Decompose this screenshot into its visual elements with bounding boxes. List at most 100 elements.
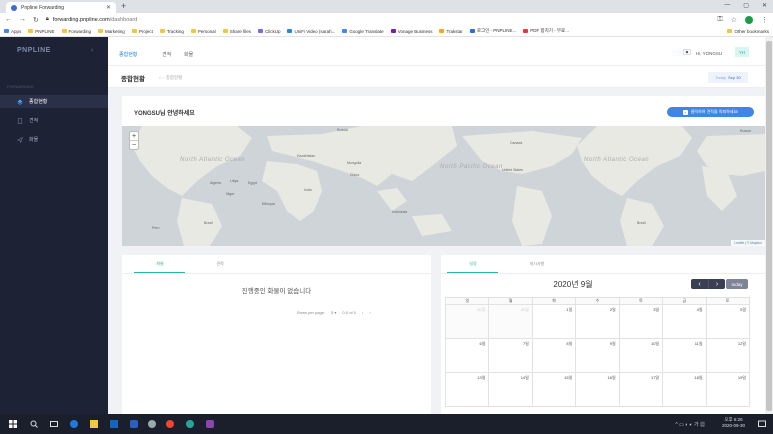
sidebar-item-quote[interactable]: 견적	[0, 114, 108, 127]
key-icon[interactable]: ⚿	[717, 16, 722, 24]
close-window-icon[interactable]: ✕	[762, 2, 767, 9]
taskbar-clock[interactable]: 오후 6:26 2020-09-30	[722, 417, 745, 429]
edge-icon[interactable]	[70, 420, 78, 428]
prev-page-icon[interactable]: ‹	[362, 310, 363, 315]
calendar-next-button[interactable]: ›	[708, 279, 725, 289]
calendar-day[interactable]: 11일	[662, 338, 707, 373]
breadcrumb-item[interactable]: 종합현황	[166, 75, 183, 80]
calendar-day[interactable]: 6일	[444, 338, 490, 373]
calendar-day[interactable]: 17일	[618, 372, 664, 407]
calendar-day[interactable]: 15일	[531, 372, 577, 407]
scrollbar-thumb[interactable]	[766, 41, 772, 411]
home-icon[interactable]: ⌂	[159, 75, 162, 80]
more-icon[interactable]: ⋮	[761, 16, 768, 24]
calendar-day[interactable]: 7일	[488, 338, 533, 373]
tab-schedule[interactable]: 일정	[443, 261, 503, 267]
star-icon[interactable]: ☆	[731, 16, 737, 24]
rows-per-page-select[interactable]: 5 ▾	[331, 310, 336, 315]
bookmark-item[interactable]: Google Translate	[342, 29, 384, 34]
user-greeting[interactable]: Hi, YONGSU	[696, 51, 722, 56]
world-map[interactable]: + − North Atlantic Ocean North Pacific O…	[122, 126, 765, 246]
folder-icon	[727, 29, 733, 33]
search-icon[interactable]	[30, 420, 38, 428]
bookmark-item[interactable]: Vonage Business	[390, 29, 432, 34]
calendar-day[interactable]: 4일	[662, 304, 707, 339]
avatar[interactable]: YH	[735, 47, 749, 57]
calendar-day[interactable]: 12일	[705, 338, 751, 373]
topnav-cargo[interactable]: 화물	[184, 51, 193, 58]
bookmark-item[interactable]: Marketing	[98, 29, 125, 34]
profile-avatar-icon[interactable]	[745, 15, 753, 24]
calendar-day[interactable]: 19일	[705, 372, 751, 407]
bookmark-item[interactable]: Project	[131, 29, 153, 34]
task-view-icon[interactable]	[50, 420, 58, 428]
notification-icon[interactable]	[758, 420, 766, 428]
bookmark-item[interactable]: Tracking	[159, 29, 184, 34]
calendar-day[interactable]: 2일	[575, 304, 620, 339]
topnav-quote[interactable]: 견적	[162, 51, 171, 58]
bookmark-item[interactable]: PDF 합치기 - 무료...	[523, 28, 569, 34]
next-page-icon[interactable]: ›	[369, 310, 370, 315]
korea-flag-icon[interactable]	[683, 49, 691, 55]
file-explorer-icon[interactable]	[90, 420, 98, 428]
page-title: 종합현황	[121, 76, 145, 83]
calendar-day[interactable]: 14일	[488, 372, 533, 407]
calendar-day[interactable]: 18일	[662, 372, 707, 407]
system-tray[interactable]: ^ ▭ ◐ 🔈︎ 가 ▦	[675, 421, 705, 428]
calendar-day[interactable]: 8일	[531, 338, 577, 373]
app-icon[interactable]	[130, 420, 138, 428]
outlook-icon[interactable]	[110, 420, 118, 428]
new-tab-button[interactable]: +	[121, 2, 126, 11]
calendar-day[interactable]: 30일	[444, 304, 490, 339]
bookmark-item[interactable]: Apps	[4, 29, 21, 34]
calendar-day[interactable]: 3일	[618, 304, 664, 339]
today-date-button[interactable]: Today Sep 30	[708, 72, 748, 83]
close-tab-icon[interactable]: ✕	[106, 4, 111, 11]
calendar-day[interactable]: 10일	[618, 338, 664, 373]
app-icon[interactable]	[148, 420, 156, 428]
app-icon[interactable]	[186, 420, 194, 428]
forward-icon[interactable]: →	[19, 16, 26, 23]
sidebar-item-dashboard[interactable]: 종합현황	[0, 95, 108, 108]
reload-icon[interactable]: ↻	[33, 16, 39, 24]
zoom-out-button[interactable]: −	[130, 141, 138, 150]
sidebar-item-cargo[interactable]: 화물	[0, 133, 108, 146]
other-bookmarks[interactable]: Other bookmarks	[727, 29, 769, 34]
bookmark-item[interactable]: UniFi Video (sarah...	[287, 29, 335, 34]
calendar-day[interactable]: 31일	[488, 304, 533, 339]
calendar-prev-button[interactable]: ‹	[691, 279, 708, 289]
calendar-day[interactable]: 5일	[705, 304, 751, 339]
map-attribution[interactable]: Leaflet | © Mapbox	[731, 240, 765, 246]
map-label: Canada	[510, 141, 523, 145]
calendar-day[interactable]: 16일	[575, 372, 620, 407]
minimize-icon[interactable]: —	[724, 2, 730, 9]
collapse-sidebar-icon[interactable]: ‹	[91, 47, 93, 54]
chrome-icon[interactable]	[166, 420, 174, 428]
bookmark-item[interactable]: ClickUp	[257, 29, 280, 34]
request-quote-button[interactable]: + 클릭하여 견적을 의뢰하세요!	[667, 107, 754, 117]
folder-icon	[28, 29, 34, 33]
zoom-in-button[interactable]: +	[130, 132, 138, 141]
browser-tab[interactable]: Pnpline Forwarding ✕	[6, 2, 116, 13]
bookmark-item[interactable]: Personal	[190, 29, 216, 34]
bookmark-item[interactable]: Forwarding	[61, 29, 91, 34]
weekday-header: 토	[705, 297, 751, 305]
bookmark-item[interactable]: 로그인 - PNPLINE...	[469, 28, 516, 34]
calendar-day[interactable]: 9일	[575, 338, 620, 373]
windows-start-icon[interactable]	[9, 420, 17, 428]
bookmark-item[interactable]: Trakstar	[439, 29, 463, 34]
bookmark-item[interactable]: PNPLINE	[28, 29, 55, 34]
tab-quote[interactable]: 견적	[190, 261, 250, 267]
calendar-today-button[interactable]: today	[726, 279, 748, 289]
topnav-dashboard[interactable]: 종합현황	[119, 51, 137, 58]
tab-instructions[interactable]: 지시사항	[507, 261, 567, 267]
bookmark-item[interactable]: Share files	[222, 29, 251, 34]
maximize-icon[interactable]: ▢	[743, 2, 749, 9]
url-field[interactable]: 🔒︎ forwarding.pnpline.com/dashboard	[46, 16, 711, 23]
calendar-day[interactable]: 1일	[531, 304, 577, 339]
tab-cargo[interactable]: 화물	[130, 261, 190, 267]
back-icon[interactable]: ←	[5, 16, 12, 23]
page-scrollbar[interactable]	[765, 37, 773, 414]
calendar-day[interactable]: 13일	[444, 372, 490, 407]
app-icon[interactable]	[206, 420, 214, 428]
